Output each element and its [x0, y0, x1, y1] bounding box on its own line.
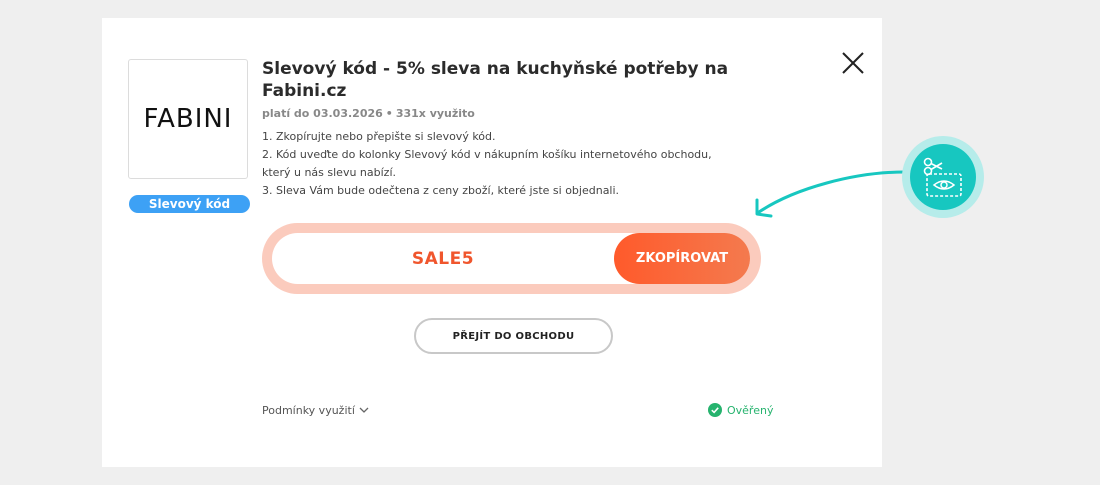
check-circle-icon — [708, 403, 722, 417]
go-to-shop-button[interactable]: PŘEJÍT DO OBCHODU — [414, 318, 613, 354]
conditions-label: Podmínky využití — [262, 404, 355, 417]
close-icon — [842, 52, 864, 74]
coupon-modal: FABINI Slevový kód Slevový kód - 5% slev… — [102, 18, 882, 467]
verified-label: Ověřený — [727, 403, 774, 417]
instruction-step: 2. Kód uveďte do kolonky Slevový kód v n… — [262, 148, 712, 179]
instruction-step: 1. Zkopírujte nebo přepište si slevový k… — [262, 130, 496, 143]
scissors-badge-inner — [910, 144, 976, 210]
store-logo-text: FABINI — [143, 104, 233, 134]
verified-status: Ověřený — [708, 403, 773, 417]
scissors-coupon-icon — [923, 157, 962, 197]
store-logo: FABINI — [128, 59, 248, 179]
conditions-toggle[interactable]: Podmínky využití — [262, 404, 369, 417]
meta-separator: • — [385, 107, 393, 120]
scissors-coupon-badge — [902, 136, 984, 218]
coupon-title: Slevový kód - 5% sleva na kuchyňské potř… — [262, 59, 729, 101]
close-button[interactable] — [840, 50, 866, 76]
coupon-meta: platí do 03.03.2026 • 331x využito — [262, 107, 475, 120]
instructions: 1. Zkopírujte nebo přepište si slevový k… — [262, 128, 742, 200]
curved-arrow-icon — [755, 170, 907, 218]
instruction-step: 3. Sleva Vám bude odečtena z ceny zboží,… — [262, 184, 620, 197]
copy-code-button[interactable]: ZKOPÍROVAT — [614, 233, 750, 284]
coupon-code[interactable]: SALE5 — [272, 233, 614, 284]
valid-until: platí do 03.03.2026 — [262, 107, 383, 120]
used-count: 331x využito — [395, 107, 475, 120]
code-field: SALE5 ZKOPÍROVAT — [272, 233, 750, 284]
code-container: SALE5 ZKOPÍROVAT — [262, 223, 761, 294]
coupon-type-badge: Slevový kód — [129, 195, 250, 213]
chevron-down-icon — [359, 407, 369, 413]
